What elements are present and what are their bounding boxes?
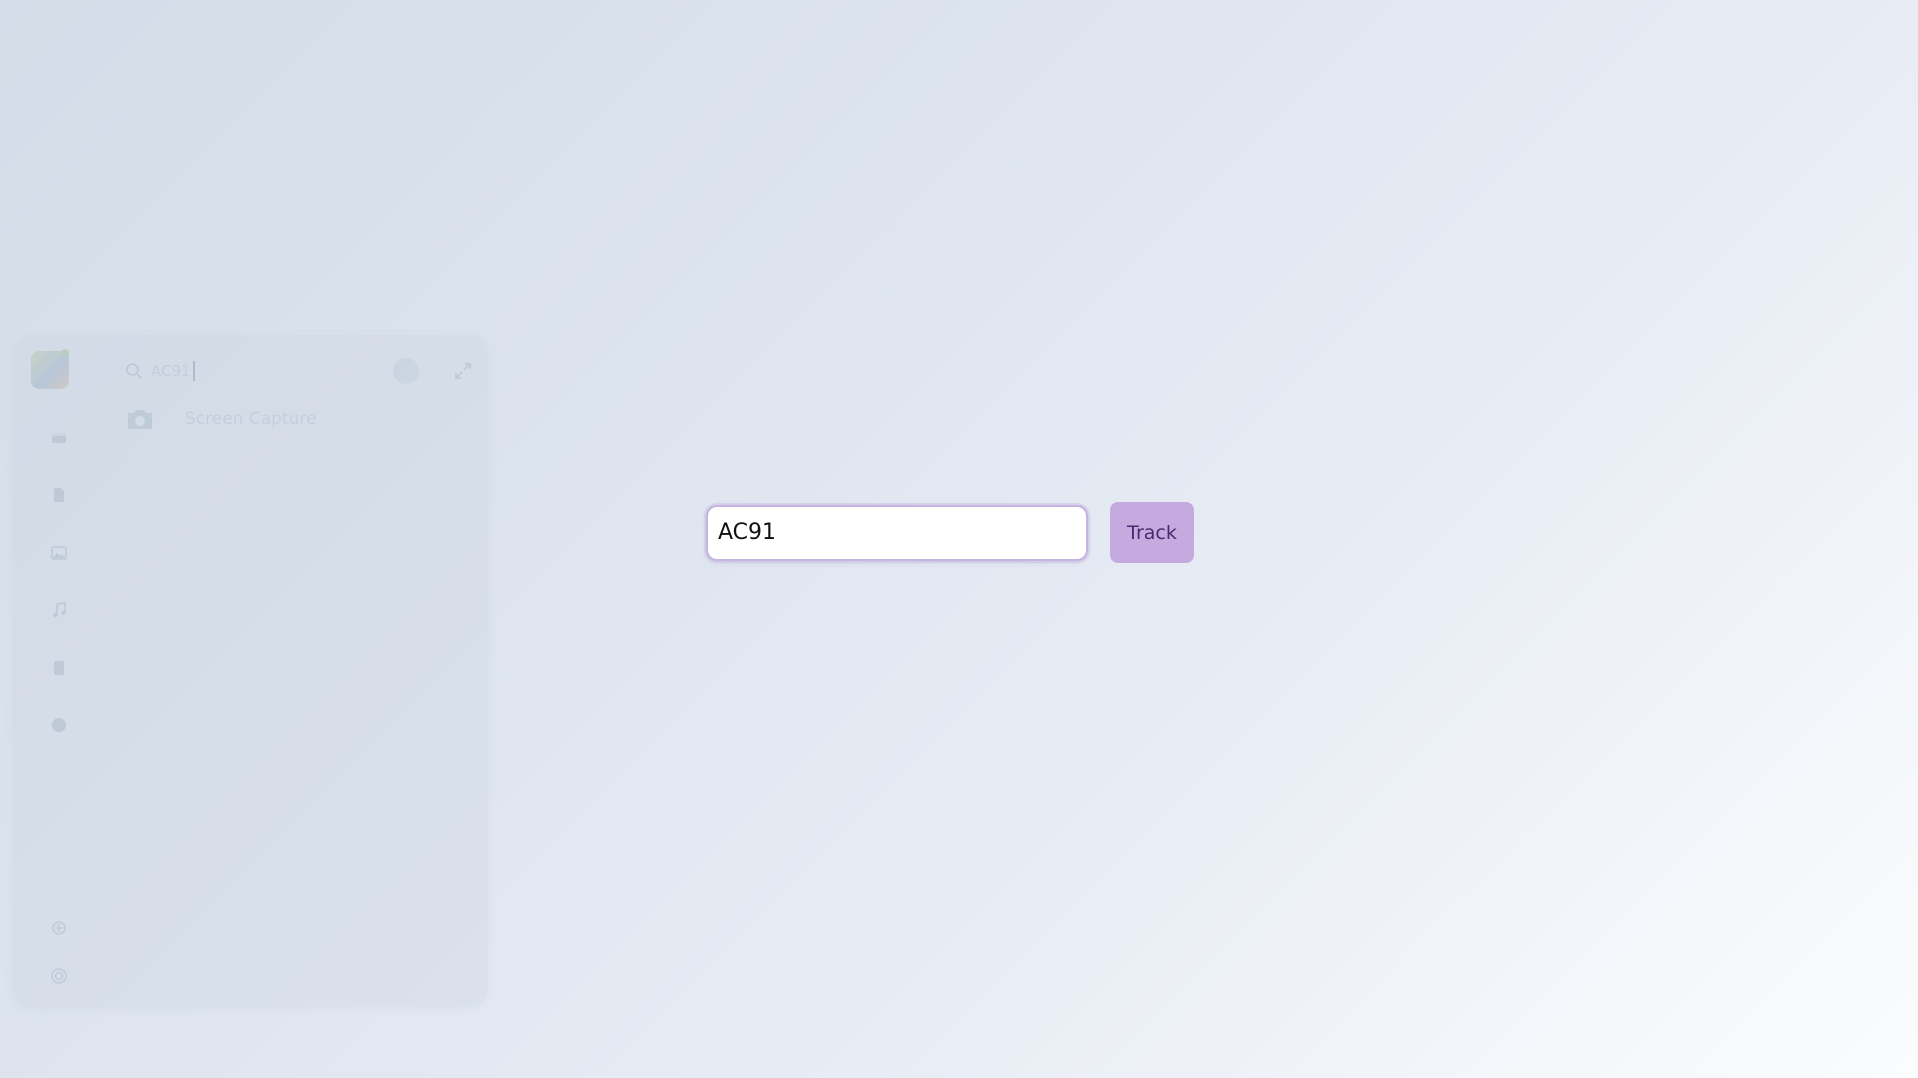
launcher-result-item[interactable]: Screen Capture xyxy=(113,399,473,439)
track-form: Track xyxy=(706,502,1194,563)
file-icon[interactable] xyxy=(51,660,67,676)
plugin-icon[interactable] xyxy=(51,920,67,936)
launcher-search-input[interactable]: AC91 xyxy=(151,361,195,381)
info-icon[interactable] xyxy=(51,717,67,733)
power-icon[interactable] xyxy=(51,968,67,984)
document-icon[interactable] xyxy=(51,487,67,503)
launcher-panel: AC91 Screen Capture xyxy=(13,335,488,1007)
search-icon xyxy=(125,362,143,380)
clear-icon[interactable] xyxy=(393,358,419,384)
camera-icon xyxy=(125,406,155,432)
expand-icon[interactable] xyxy=(453,361,473,381)
window-icon[interactable] xyxy=(51,430,67,446)
music-icon[interactable] xyxy=(51,602,67,618)
result-label: Screen Capture xyxy=(185,409,317,429)
tracking-number-input[interactable] xyxy=(706,504,1088,561)
launcher-search-bar[interactable]: AC91 xyxy=(113,353,473,389)
image-icon[interactable] xyxy=(51,545,67,561)
track-button[interactable]: Track xyxy=(1110,502,1194,563)
status-dot xyxy=(61,349,69,357)
launcher-rail xyxy=(13,335,87,1007)
